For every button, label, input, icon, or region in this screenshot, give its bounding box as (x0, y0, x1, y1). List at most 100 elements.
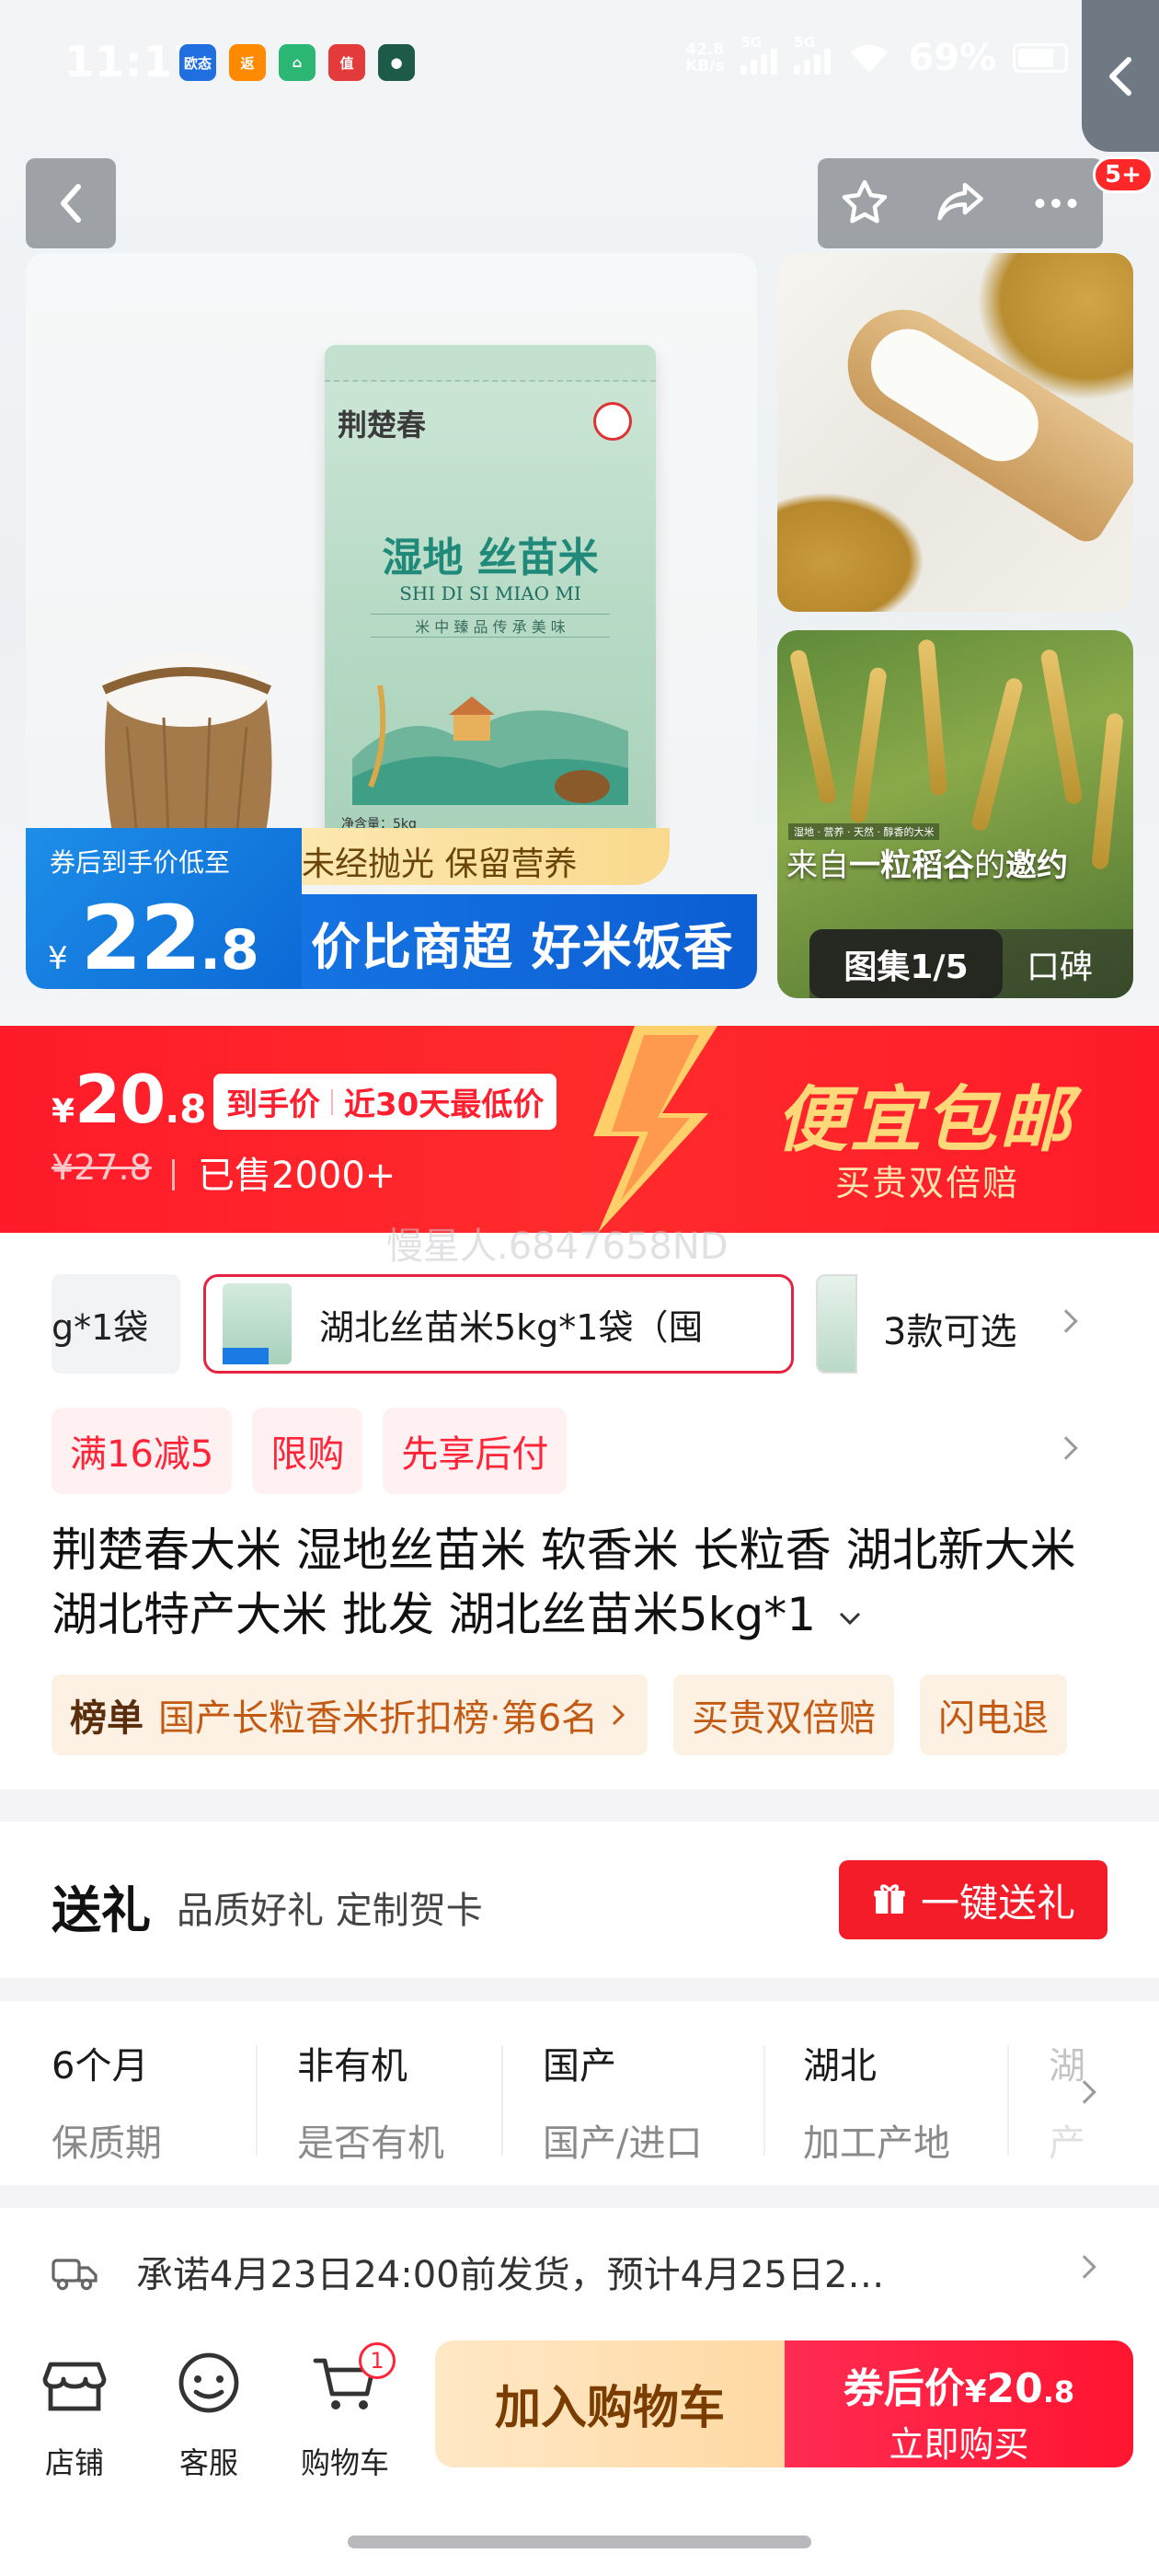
buy-now-label: 立即购买 (889, 2424, 1029, 2465)
banner-currency: ¥ (48, 940, 68, 977)
section-divider (0, 1789, 1159, 1822)
top-action-group (818, 158, 1103, 248)
banner-yellow-text: 未经抛光 保留营养 (302, 845, 578, 883)
attr-key: 加工产地 (803, 2122, 950, 2165)
banner-price-int: 22 (80, 887, 202, 989)
ranking-text: 国产长粒香米折扣榜·第6名 (158, 1697, 599, 1740)
tag-pay-later[interactable]: 先享后付 (383, 1408, 568, 1494)
buy-prefix: 券后价 (843, 2365, 965, 2412)
shipping-chevron-icon[interactable] (1073, 2255, 1096, 2279)
gallery-thumbnail-2[interactable]: 湿地 · 营养 · 天然 · 醇香的大米 来自一粒稻谷的邀约 图集1/5 口碑 (777, 630, 1133, 998)
gallery-switcher: 图集1/5 口碑 (809, 929, 1133, 998)
bag-seal-icon (593, 402, 632, 441)
service-label: 客服 (178, 2445, 238, 2480)
thumbnail-mini-label: 湿地 · 营养 · 天然 · 醇香的大米 (788, 823, 940, 840)
attr-value: 湖北 (803, 2045, 877, 2087)
app-icon-5: ● (378, 44, 415, 81)
ranking-chip[interactable]: 榜单 国产长粒香米折扣榜·第6名 (52, 1674, 648, 1755)
bottom-action-bar: 店铺 客服 1 购物车 加入购物车 券后价 ¥ 20 .8 立即购买 (0, 2318, 1159, 2576)
ranking-head: 榜单 (70, 1697, 143, 1740)
attr-origin-type: 国产 国产/进口 (543, 2036, 702, 2167)
bag-slogan: 米 中 臻 品 传 承 美 味 (371, 614, 610, 638)
net-speed: 42.8 KB/s (685, 40, 725, 75)
buy-now-button[interactable]: 券后价 ¥ 20 .8 立即购买 (785, 2340, 1133, 2467)
cart-button[interactable]: 1 购物车 (294, 2342, 396, 2482)
back-button[interactable] (26, 158, 116, 248)
attr-value: 6个月 (52, 2045, 149, 2087)
promo-currency: ¥ (52, 1093, 75, 1131)
delivery-truck-icon (52, 2259, 98, 2291)
net-type-label-2: 5G (794, 34, 816, 51)
sku-thumbnail (223, 1283, 292, 1364)
attributes-row[interactable]: 6个月 保质期 非有机 是否有机 国产 国产/进口 湖北 加工产地 湖 产 (0, 2001, 1159, 2185)
gallery-thumbnail-1[interactable] (777, 253, 1133, 612)
customer-service-icon (178, 2352, 239, 2413)
lightning-bolt-graphic (593, 1026, 717, 1233)
rice-bag-illustration: 荆楚春 湿地 丝苗米 SHI DI SI MIAO MI 米 中 臻 品 传 承… (325, 345, 656, 846)
battery-icon (1013, 43, 1069, 73)
bag-pinyin: SHI DI SI MIAO MI (399, 582, 581, 604)
favorite-star-icon[interactable] (837, 176, 892, 231)
product-title-text: 荆楚春大米 湿地丝苗米 软香米 长粒香 湖北新大米 湖北特产大米 批发 湖北丝苗… (52, 1524, 1076, 1641)
reviews-tab[interactable]: 口碑 (1027, 940, 1093, 988)
promo-tags: 满16减5 限购 先享后付 (52, 1408, 568, 1494)
attr-key: 国产/进口 (543, 2122, 703, 2165)
flash-refund-chip[interactable]: 闪电退 (920, 1674, 1068, 1755)
product-title[interactable]: 荆楚春大米 湿地丝苗米 软香米 长粒香 湖北新大米 湖北特产大米 批发 湖北丝苗… (52, 1518, 1119, 1647)
gallery-tab[interactable]: 图集1/5 (809, 929, 1003, 998)
shipping-row[interactable]: 承诺4月23日24:00前发货，预计4月25日2… 山华古井货已 包邮 (0, 2208, 1159, 2361)
tags-chevron-right-icon[interactable] (1054, 1436, 1078, 1460)
chevron-right-icon[interactable] (1054, 1309, 1078, 1333)
promo-tag-left: 到手价 (226, 1087, 320, 1123)
ranking-chips: 榜单 国产长粒香米折扣榜·第6名 买贵双倍赔 闪电退 (52, 1674, 1068, 1755)
banner-blue-text: 价比商超 好米饭香 (311, 918, 734, 976)
promo-headline: 便宜包邮 (775, 1079, 1074, 1162)
attr-key: 产 (1049, 2122, 1085, 2165)
sku-option-prev[interactable]: g*1袋 (52, 1274, 180, 1374)
gift-icon (874, 1884, 905, 1914)
share-icon[interactable] (932, 176, 989, 231)
promo-price-dec: .8 (165, 1087, 207, 1132)
expand-chevron-icon[interactable] (836, 1609, 864, 1627)
banner-price: ¥ 22 .8 (48, 887, 259, 989)
lowest-price-tag: 到手价 近30天最低价 (213, 1074, 557, 1130)
gift-section: 送礼 品质好礼 定制贺卡 一键送礼 (0, 1822, 1159, 1978)
add-to-cart-button[interactable]: 加入购物车 (435, 2340, 785, 2467)
send-gift-label: 一键送礼 (920, 1880, 1075, 1926)
original-price: ¥27.8 (52, 1147, 152, 1188)
promo-price-int: 20 (75, 1061, 166, 1138)
sku-count-link[interactable]: 3款可选 (883, 1302, 1016, 1355)
sku-selected-label: 湖北丝苗米5kg*1袋（囤 (319, 1306, 704, 1348)
store-button[interactable]: 店铺 (24, 2346, 125, 2482)
tag-discount[interactable]: 满16减5 (52, 1408, 233, 1494)
sku-option-next[interactable] (816, 1274, 857, 1374)
tag-limit[interactable]: 限购 (252, 1408, 363, 1494)
attr-processing-place: 湖北 加工产地 (803, 2036, 950, 2167)
app-icon-1: 欧态 (179, 44, 216, 81)
bag-brand-text: 荆楚春 (338, 408, 427, 443)
cart-label: 购物车 (300, 2445, 389, 2480)
wifi-icon (851, 44, 889, 73)
gift-title: 送礼 (52, 1881, 151, 1939)
chevron-left-icon (1109, 56, 1131, 96)
rice-sack-illustration (101, 653, 272, 849)
sku-option-selected[interactable]: 湖北丝苗米5kg*1袋（囤 (203, 1274, 794, 1374)
gift-subtitle: 品质好礼 定制贺卡 (177, 1890, 483, 1932)
more-options-icon[interactable] (1028, 176, 1084, 231)
bag-title: 湿地 丝苗米 (382, 535, 599, 581)
price-banner: 未经抛光 保留营养 价比商超 好米饭香 券后到手价低至 ¥ 22 .8 (26, 828, 757, 989)
attr-partial: 湖 产 (1049, 2036, 1085, 2167)
floating-side-tab[interactable] (1082, 0, 1159, 152)
promo-price: ¥ 20 .8 (52, 1061, 206, 1138)
app-icon-3: ⌂ (279, 44, 316, 81)
notification-badge: 5+ (1093, 156, 1153, 193)
customer-service-button[interactable]: 客服 (158, 2346, 259, 2482)
buy-price: 券后价 ¥ 20 .8 (785, 2355, 1133, 2414)
promo-bar: ¥ 20 .8 到手价 近30天最低价 ¥27.8 已售2000+ 便宜包邮 买… (0, 1026, 1159, 1233)
double-refund-chip[interactable]: 买贵双倍赔 (673, 1674, 895, 1755)
send-gift-button[interactable]: 一键送礼 (839, 1860, 1107, 1939)
attr-shelf-life: 6个月 保质期 (52, 2036, 162, 2167)
main-product-image[interactable]: 荆楚春 湿地 丝苗米 SHI DI SI MIAO MI 米 中 臻 品 传 承… (26, 253, 757, 989)
battery-percent: 69% (908, 37, 997, 79)
back-arrow-icon (61, 184, 81, 223)
